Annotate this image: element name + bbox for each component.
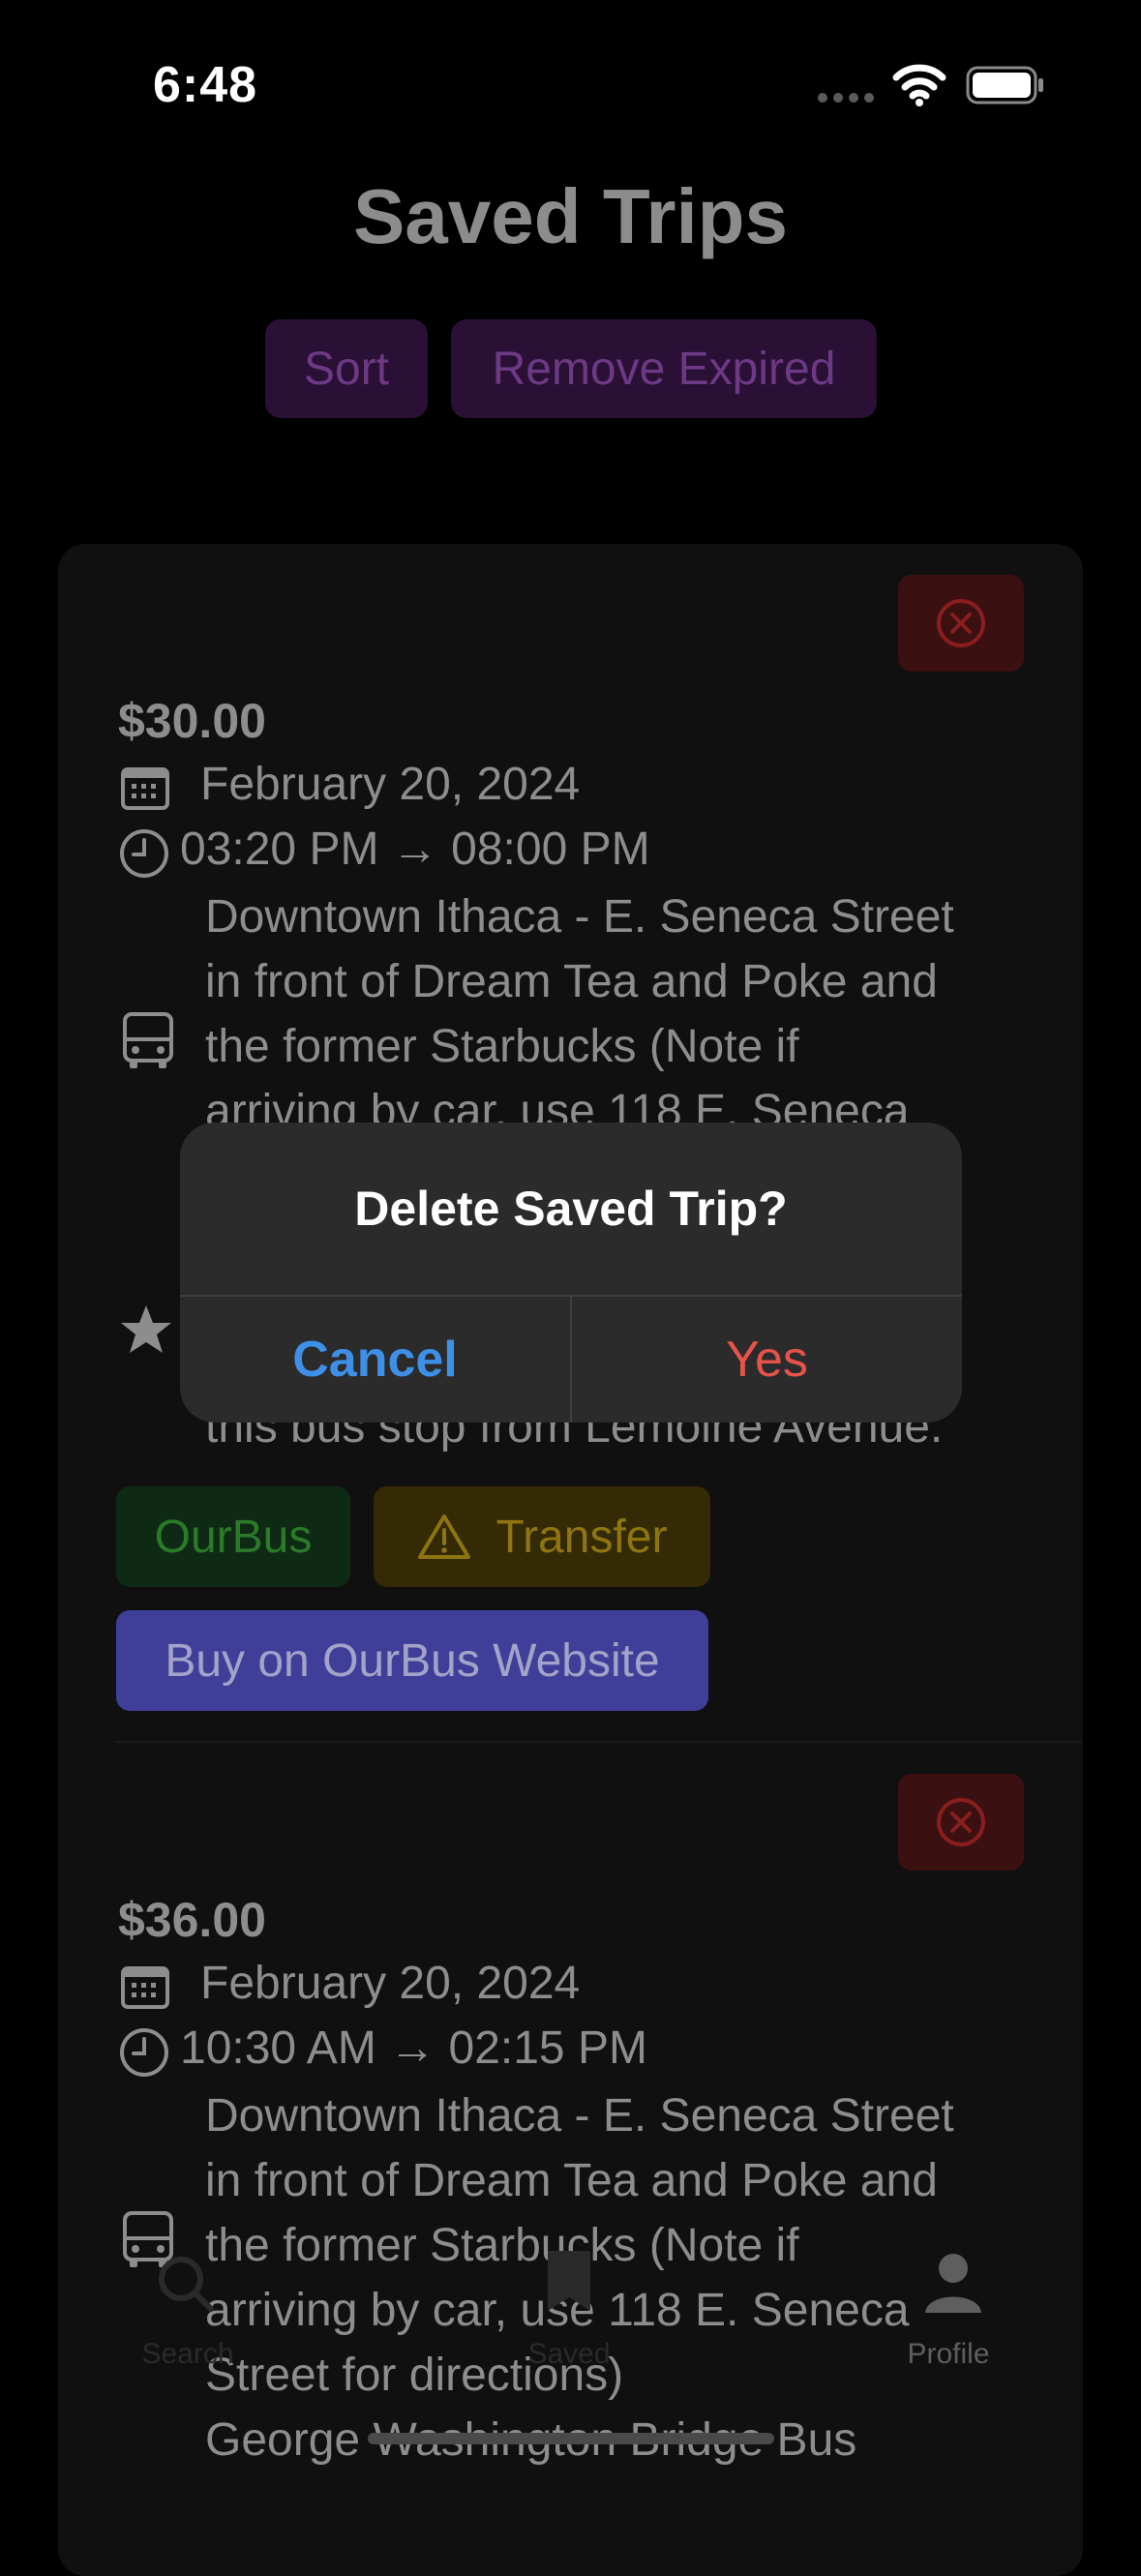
calendar-icon	[121, 767, 169, 810]
search-icon	[159, 2257, 214, 2312]
clock-icon	[120, 829, 168, 878]
origin-line: Downtown Ithaca - E. Seneca Street	[205, 2090, 954, 2142]
bookmark-icon	[548, 2251, 590, 2311]
trip-departure-time: 10:30 AM	[180, 2022, 376, 2074]
tab-profile[interactable]: Profile	[861, 2338, 1036, 2371]
trip-price: $36.00	[118, 1893, 266, 1947]
profile-icon	[925, 2254, 981, 2313]
tab-search[interactable]: Search	[101, 2338, 275, 2371]
confirm-delete-button[interactable]: Yes	[572, 1297, 962, 1423]
arrow-right-icon: →	[389, 2022, 436, 2074]
origin-line: in front of Dream Tea and Poke and	[205, 956, 938, 1007]
origin-line: in front of Dream Tea and Poke and	[205, 2155, 938, 2206]
trip-price: $30.00	[118, 694, 266, 748]
cancel-button[interactable]: Cancel	[180, 1297, 570, 1423]
clock-icon	[120, 2028, 168, 2077]
remove-expired-button[interactable]: Remove Expired	[451, 319, 877, 418]
origin-line: the former Starbucks (Note if	[205, 1021, 799, 1072]
alert-title: Delete Saved Trip?	[354, 1182, 788, 1236]
delete-trip-button[interactable]	[898, 575, 1024, 672]
trip-divider	[114, 1741, 1082, 1743]
trip-date: February 20, 2024	[200, 759, 581, 810]
transfer-badge: Transfer	[374, 1486, 710, 1587]
origin-line: Downtown Ithaca - E. Seneca Street	[205, 891, 954, 943]
warning-icon	[417, 1514, 470, 1559]
tab-saved[interactable]: Saved	[482, 2338, 656, 2371]
transfer-badge-label: Transfer	[495, 1511, 668, 1563]
close-circle-icon	[937, 1798, 985, 1846]
sort-button[interactable]: Sort	[265, 319, 428, 418]
calendar-icon	[121, 1966, 169, 2009]
delete-trip-alert: Delete Saved Trip? Cancel Yes	[180, 1123, 962, 1423]
signal-dots-icon	[818, 93, 876, 103]
trip-arrival-time: 02:15 PM	[448, 2022, 647, 2074]
trip-times: 03:20 PM → 08:00 PM	[180, 823, 650, 876]
origin-line: arriving by car, use 118 E. Seneca	[205, 1086, 910, 1126]
trip-departure-time: 03:20 PM	[180, 824, 379, 875]
wifi-icon	[892, 64, 946, 106]
status-time: 6:48	[153, 57, 258, 113]
operator-badge: OurBus	[116, 1486, 350, 1587]
buy-ticket-button[interactable]: Buy on OurBus Website	[116, 1610, 708, 1711]
close-circle-icon	[937, 599, 985, 647]
battery-icon	[966, 66, 1043, 105]
bus-icon	[123, 1012, 173, 1068]
delete-trip-button[interactable]	[898, 1774, 1024, 1871]
arrow-right-icon: →	[391, 824, 438, 875]
trip-date: February 20, 2024	[200, 1958, 581, 2009]
trip-origin-stop: Downtown Ithaca - E. Seneca Street in fr…	[205, 884, 1057, 1126]
trip-times: 10:30 AM → 02:15 PM	[180, 2022, 647, 2075]
trip-arrival-time: 08:00 PM	[451, 824, 650, 875]
page-title: Saved Trips	[352, 173, 789, 259]
home-indicator	[368, 2433, 774, 2444]
star-icon	[121, 1305, 171, 1353]
